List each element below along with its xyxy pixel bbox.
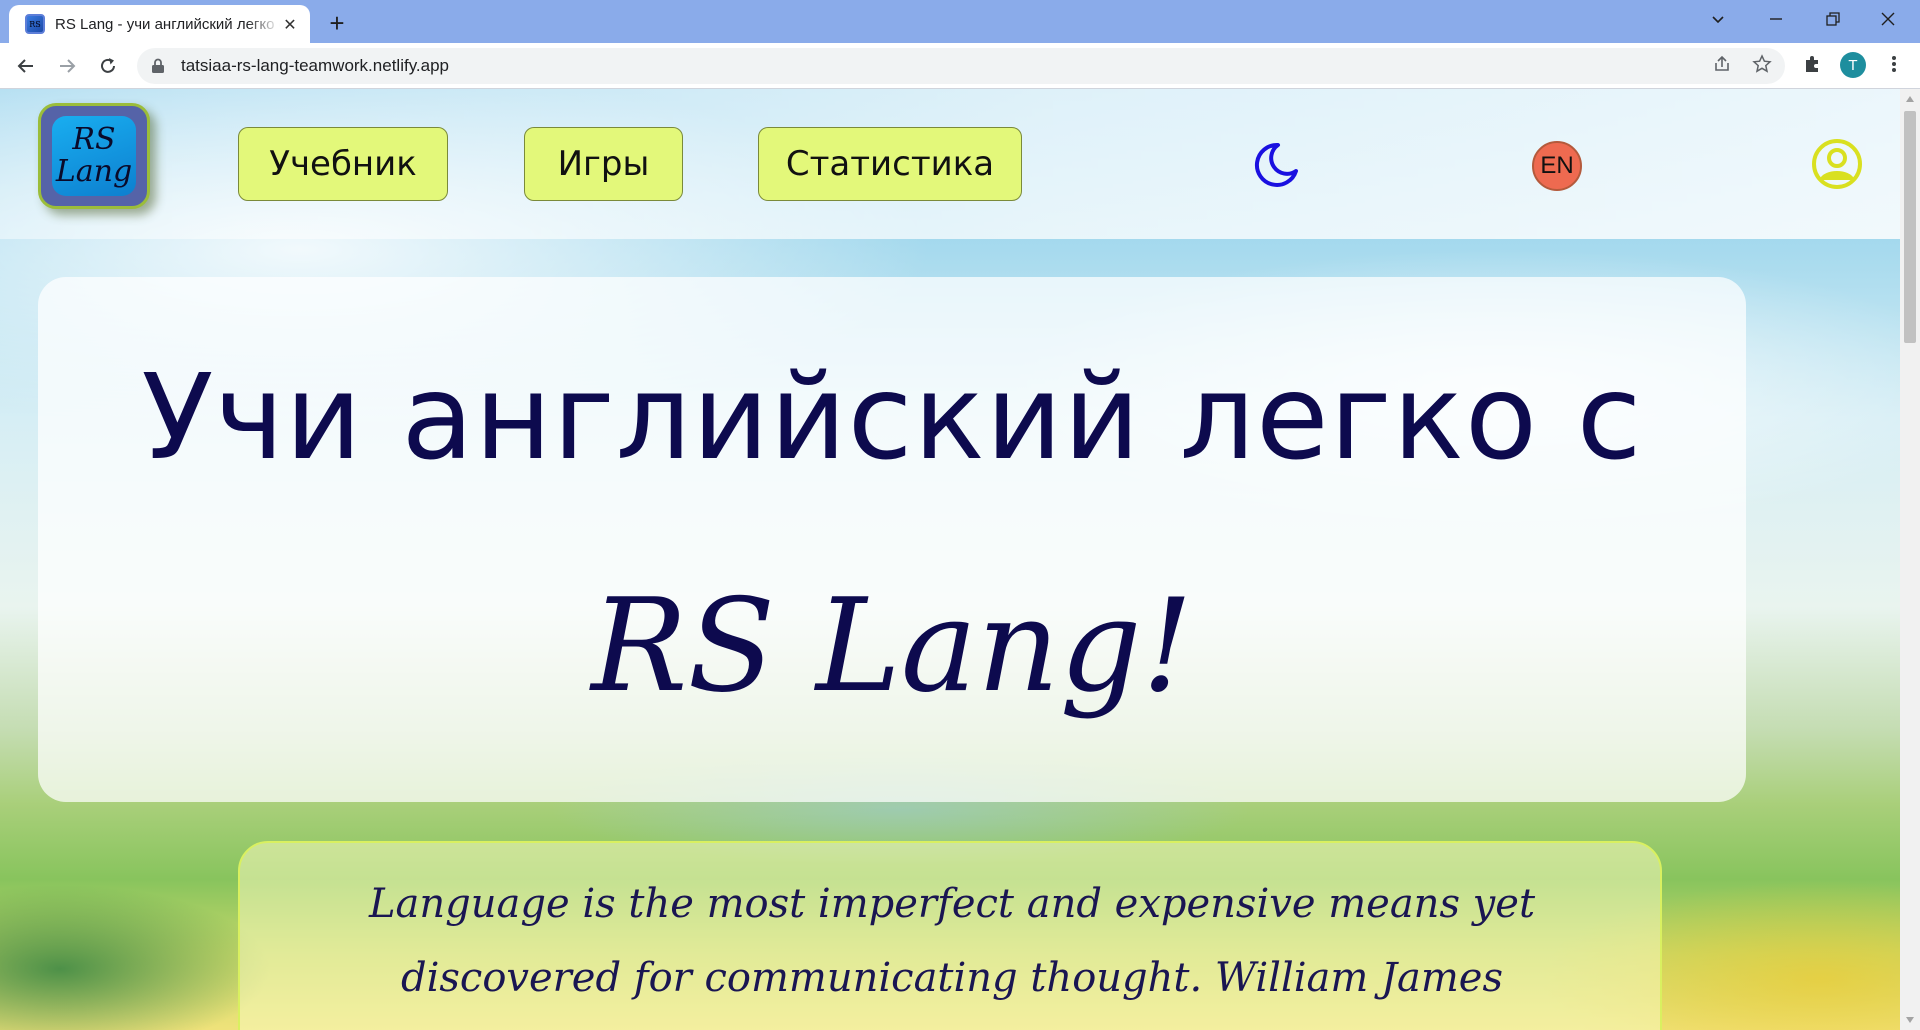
extensions-icon[interactable] (1799, 51, 1825, 77)
scrollbar-thumb[interactable] (1904, 111, 1916, 343)
close-window-icon[interactable] (1870, 4, 1906, 34)
browser-tab[interactable]: RS RS Lang - учи английский легко с RS L… (9, 5, 310, 43)
logo-line2: Lang (55, 154, 133, 189)
hero-banner: Учи английский легко с RS Lang! (38, 277, 1746, 802)
url-text: tatsiaa-rs-lang-teamwork.netlify.app (181, 56, 450, 75)
logo-line1: RS (72, 122, 116, 157)
tab-title: RS Lang - учи английский легко с RS Lang… (55, 15, 280, 33)
hero-title-line2: RS Lang! (591, 572, 1193, 721)
scroll-down-arrow-icon[interactable] (1900, 1010, 1920, 1030)
page-viewport: RS Lang Учебник Игры Статистика EN Учи а… (0, 89, 1920, 1030)
page-scrollbar[interactable] (1900, 89, 1920, 1030)
menu-kebab-icon[interactable] (1881, 51, 1907, 77)
browser-tabstrip: RS RS Lang - учи английский легко с RS L… (0, 0, 1920, 43)
tab-close-icon[interactable]: ✕ (280, 14, 300, 34)
browser-toolbar: tatsiaa-rs-lang-teamwork.netlify.app (0, 43, 1920, 89)
bookmark-star-icon[interactable] (1749, 51, 1775, 77)
user-account-icon[interactable] (1811, 138, 1863, 190)
nav-statistics-button[interactable]: Статистика (758, 127, 1022, 201)
quote-text: Language is the most imperfect and expen… (368, 881, 1536, 1001)
site-logo[interactable]: RS Lang (38, 103, 150, 209)
scroll-up-arrow-icon[interactable] (1900, 89, 1920, 109)
site-header: RS Lang Учебник Игры Статистика EN (0, 89, 1900, 239)
quote-card: Language is the most imperfect and expen… (238, 841, 1662, 1030)
restore-icon[interactable] (1815, 4, 1851, 34)
share-icon[interactable] (1709, 51, 1735, 77)
tab-search-icon[interactable] (1700, 4, 1736, 34)
nav-textbook-button[interactable]: Учебник (238, 127, 448, 201)
reload-icon[interactable] (92, 50, 124, 82)
profile-avatar[interactable]: T (1840, 52, 1866, 78)
forward-icon[interactable] (51, 50, 83, 82)
hero-title-line1: Учи английский легко с (141, 348, 1643, 486)
lock-icon[interactable] (151, 58, 167, 74)
new-tab-button[interactable]: + (322, 8, 352, 38)
minimize-icon[interactable] (1758, 4, 1794, 34)
favicon-icon: RS (25, 14, 45, 34)
language-toggle-button[interactable]: EN (1532, 141, 1582, 191)
nav-games-button[interactable]: Игры (524, 127, 683, 201)
address-bar[interactable]: tatsiaa-rs-lang-teamwork.netlify.app (137, 48, 1785, 84)
moon-icon[interactable] (1252, 141, 1300, 189)
back-icon[interactable] (10, 50, 42, 82)
logo-text: RS Lang (52, 116, 136, 196)
